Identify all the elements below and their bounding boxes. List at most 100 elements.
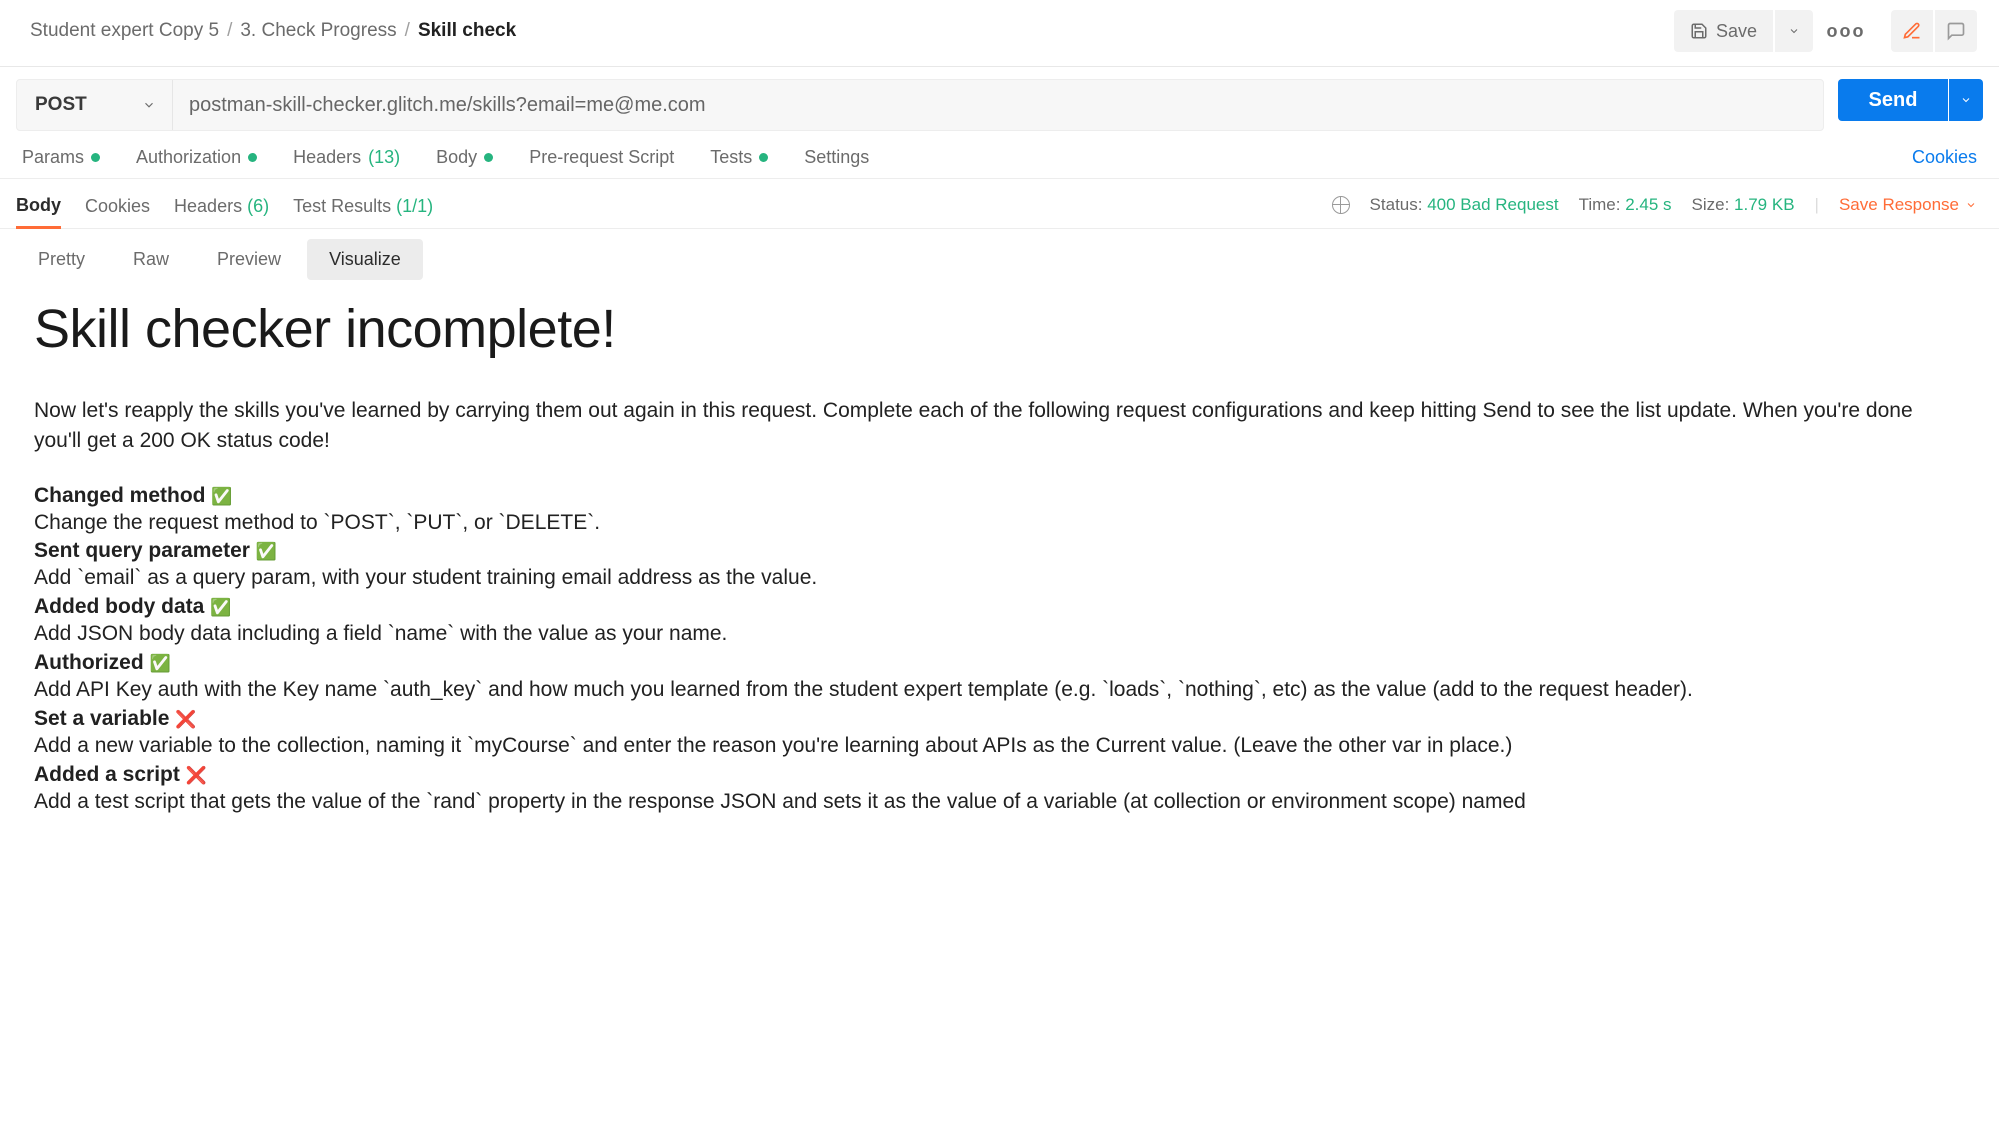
tab-label: Headers [174,196,242,216]
url-input[interactable] [173,80,1823,130]
method-url: POST [16,79,1824,131]
save-response-label: Save Response [1839,195,1959,215]
send-label: Send [1869,89,1918,112]
save-group: Save [1674,10,1813,52]
chevron-down-icon [1788,25,1800,37]
tab-label: Headers [293,147,361,168]
viz-item-title: Added a script [34,763,186,786]
status-value: 400 Bad Request [1427,195,1558,214]
check-icon: ✅ [256,542,277,561]
body-view-toolbar: Pretty Raw Preview Visualize [0,229,1999,290]
tab-label: Params [22,147,84,168]
viz-title: Skill checker incomplete! [34,298,1965,360]
cross-icon: ❌ [186,766,207,785]
viz-item-title: Added body data [34,595,210,618]
chevron-down-icon [142,98,156,112]
response-meta: Status: 400 Bad Request Time: 2.45 s Siz… [1332,195,1977,223]
right-panel-group [1891,10,1977,52]
viz-items: Changed method ✅Change the request metho… [34,484,1965,817]
tab-settings[interactable]: Settings [804,147,869,168]
time-label: Time: [1579,195,1621,214]
save-response-button[interactable]: Save Response [1839,195,1977,215]
resp-tab-body[interactable]: Body [16,189,61,229]
breadcrumb-folder[interactable]: 3. Check Progress [240,20,396,42]
viz-item-desc: Add `email` as a query param, with your … [34,563,1965,593]
chevron-down-icon [1960,94,1972,106]
resp-tab-headers[interactable]: Headers (6) [174,190,269,227]
viz-item-header: Added a script ❌ [34,763,1965,787]
breadcrumb-request[interactable]: Skill check [418,20,516,42]
breadcrumb-sep: / [227,20,232,42]
viz-item-title: Set a variable [34,707,175,730]
visualize-pane: Skill checker incomplete! Now let's reap… [0,290,1999,847]
view-raw[interactable]: Raw [111,239,191,280]
viz-item-desc: Change the request method to `POST`, `PU… [34,508,1965,538]
method-select[interactable]: POST [17,80,173,130]
viz-item-desc: Add a new variable to the collection, na… [34,731,1965,761]
tab-label: Authorization [136,147,241,168]
request-tabs: Params Authorization Headers (13) Body P… [0,131,1999,179]
method-label: POST [35,94,87,116]
tab-authorization[interactable]: Authorization [136,147,257,168]
viz-item-desc: Add a test script that gets the value of… [34,787,1965,817]
tab-prerequest[interactable]: Pre-request Script [529,147,674,168]
comment-icon [1946,21,1966,41]
status-dot-icon [91,153,100,162]
view-visualize[interactable]: Visualize [307,239,423,280]
request-row: POST Send [0,67,1999,131]
viz-item-desc: Add API Key auth with the Key name `auth… [34,675,1965,705]
viz-item-header: Sent query parameter ✅ [34,539,1965,563]
topbar: Student expert Copy 5 / 3. Check Progres… [0,0,1999,67]
pencil-icon [1902,21,1922,41]
tests-count: (1/1) [396,196,433,216]
breadcrumb: Student expert Copy 5 / 3. Check Progres… [30,20,516,42]
docs-button[interactable] [1891,10,1933,52]
status-label: Status: [1370,195,1423,214]
resp-tab-tests[interactable]: Test Results (1/1) [293,190,433,227]
viz-item-header: Authorized ✅ [34,651,1965,675]
cookies-link[interactable]: Cookies [1912,147,1977,168]
dots-icon: ooo [1827,21,1866,42]
viz-item-header: Added body data ✅ [34,595,1965,619]
save-icon [1690,22,1708,40]
viz-item-header: Changed method ✅ [34,484,1965,508]
tab-label: Test Results [293,196,391,216]
save-label: Save [1716,21,1757,42]
check-icon: ✅ [210,598,231,617]
check-icon: ✅ [150,654,171,673]
status-dot-icon [484,153,493,162]
tab-label: Body [436,147,477,168]
tab-params[interactable]: Params [22,147,100,168]
size-block: Size: 1.79 KB [1692,195,1795,215]
more-actions-button[interactable]: ooo [1825,10,1867,52]
tab-label: Tests [710,147,752,168]
viz-item-header: Set a variable ❌ [34,707,1965,731]
tab-headers[interactable]: Headers (13) [293,147,400,168]
save-button[interactable]: Save [1674,10,1773,52]
chevron-down-icon [1965,199,1977,211]
size-label: Size: [1692,195,1730,214]
toolbar-right: Save ooo [1674,10,1977,52]
size-value: 1.79 KB [1734,195,1795,214]
comments-button[interactable] [1935,10,1977,52]
globe-icon[interactable] [1332,196,1350,214]
tab-body[interactable]: Body [436,147,493,168]
headers-count: (13) [368,147,400,168]
resp-tab-cookies[interactable]: Cookies [85,190,150,227]
send-button[interactable]: Send [1838,79,1948,121]
status-block: Status: 400 Bad Request [1370,195,1559,215]
headers-count: (6) [247,196,269,216]
view-pretty[interactable]: Pretty [16,239,107,280]
viz-item-title: Authorized [34,651,150,674]
breadcrumb-sep: / [405,20,410,42]
time-block: Time: 2.45 s [1579,195,1672,215]
check-icon: ✅ [211,487,232,506]
send-dropdown[interactable] [1949,79,1983,121]
tab-tests[interactable]: Tests [710,147,768,168]
view-preview[interactable]: Preview [195,239,303,280]
viz-intro: Now let's reapply the skills you've lear… [34,396,1965,456]
send-group: Send [1838,79,1983,131]
breadcrumb-workspace[interactable]: Student expert Copy 5 [30,20,219,42]
cross-icon: ❌ [175,710,196,729]
save-dropdown[interactable] [1775,10,1813,52]
